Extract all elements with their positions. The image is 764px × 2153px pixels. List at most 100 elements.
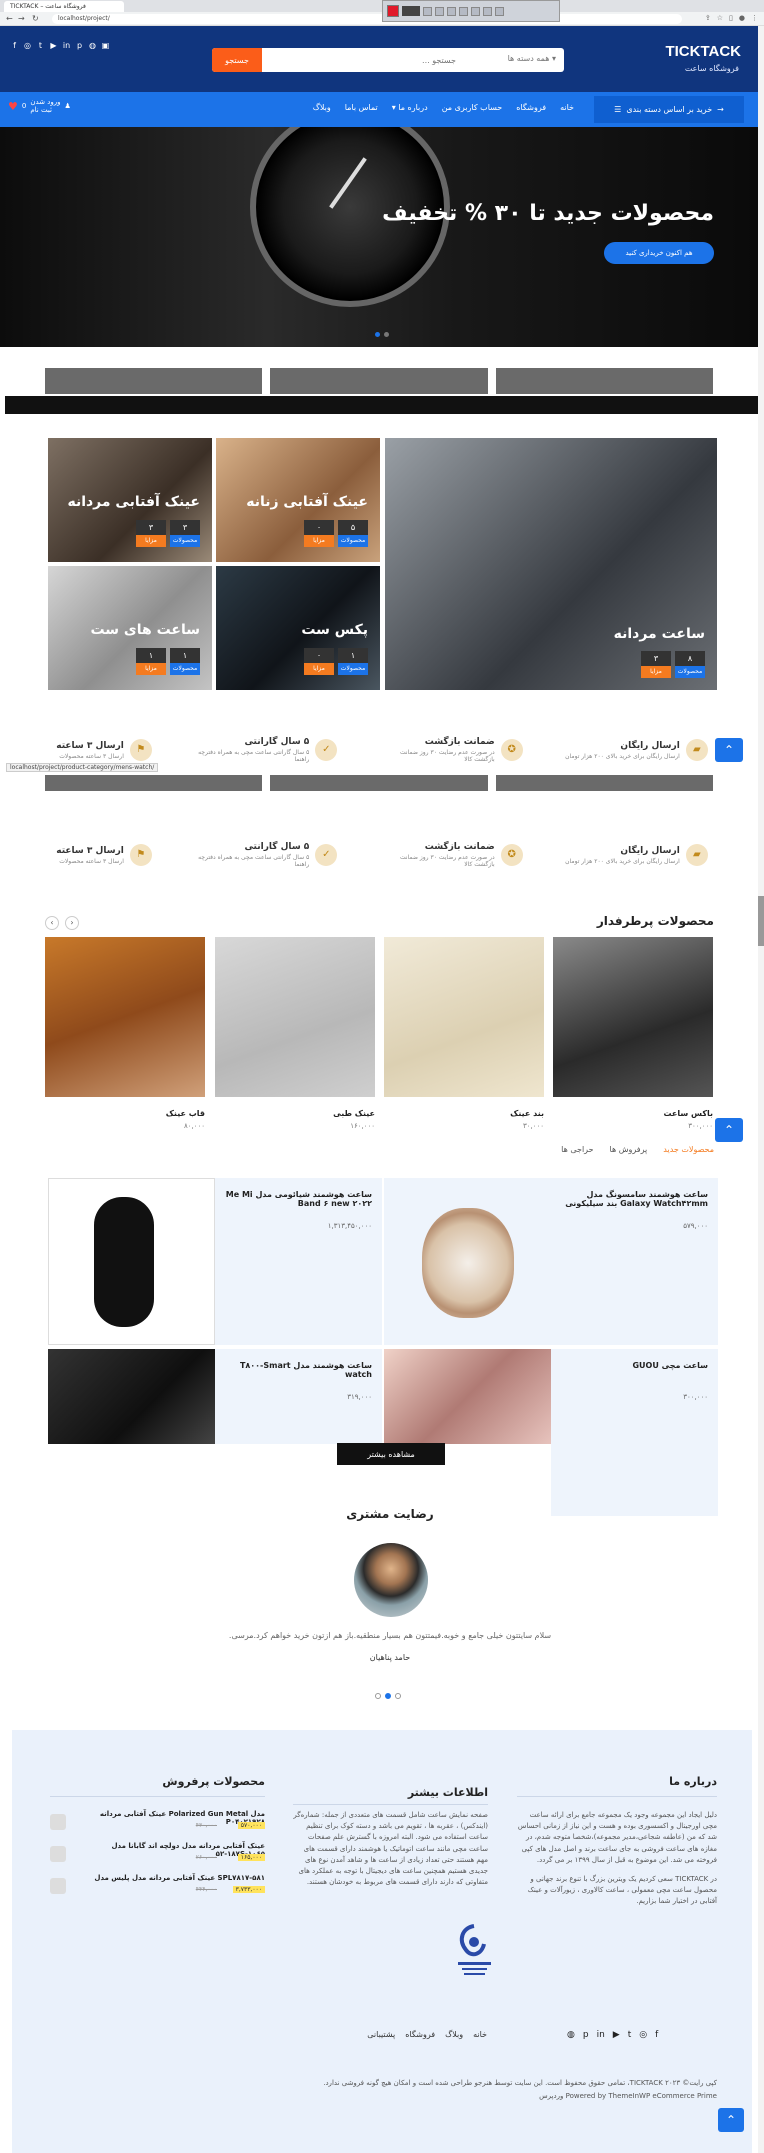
search-input[interactable] <box>266 53 456 67</box>
footer-product[interactable]: عینک آفتابی مردانه مدل پلیس مدل SPL۷۸۱۷-… <box>50 1874 265 1904</box>
slider-dot[interactable] <box>395 1693 401 1699</box>
nav-link-shop[interactable]: فروشگاه <box>516 103 546 112</box>
product-image[interactable] <box>384 1349 551 1444</box>
toolbar-tool-icon[interactable] <box>471 6 480 16</box>
scroll-top-button[interactable]: ⌃ <box>715 738 743 762</box>
toolbar-tool-icon[interactable] <box>495 6 504 16</box>
product-image[interactable] <box>48 1178 215 1345</box>
scrollbar-thumb[interactable] <box>758 896 764 946</box>
star-icon[interactable]: ☆ <box>717 14 723 22</box>
category-menu-button[interactable]: → خرید بر اساس دسته بندی ☰ <box>594 96 744 123</box>
heart-icon[interactable]: ♥ <box>8 100 18 113</box>
nav-link-account[interactable]: حساب کاربری من <box>442 103 503 112</box>
twitter-icon[interactable]: t <box>628 2030 632 2040</box>
slider-dot[interactable] <box>385 1693 391 1699</box>
sidebar-icon[interactable]: ▯ <box>729 14 733 22</box>
nav-link-blog[interactable]: وبلاگ <box>313 103 331 112</box>
scroll-top-button[interactable]: ⌃ <box>718 2108 744 2132</box>
footer-product-name[interactable]: عینک آفتابی مردانه Polarized Gun Metal م… <box>70 1810 265 1826</box>
forward-icon[interactable]: → <box>18 14 25 23</box>
show-more-button[interactable]: مشاهده بیشتر <box>337 1443 445 1465</box>
product-card[interactable]: قاب عینک ۸۰,۰۰۰ <box>45 937 205 1130</box>
pinterest-icon[interactable]: p <box>75 41 84 50</box>
footer-product[interactable]: عینک آفتابی مردانه Polarized Gun Metal م… <box>50 1810 265 1840</box>
product-card[interactable]: باکس ساعت ۳۰۰,۰۰۰ <box>553 937 713 1130</box>
facebook-icon[interactable]: f <box>10 41 19 50</box>
tab-bestsellers[interactable]: پرفروش ها <box>610 1145 648 1154</box>
youtube-icon[interactable]: ▶ <box>49 41 58 50</box>
footer-product-name[interactable]: عینک آفتابی مردانه مدل دولچه اند گابانا … <box>70 1842 265 1858</box>
dribbble-icon[interactable]: ◍ <box>88 41 97 50</box>
tab-product-card[interactable]: ساعت مچی GUOU ۳۰۰,۰۰۰ <box>551 1349 718 1516</box>
nav-link-contact[interactable]: تماس باما <box>345 103 378 112</box>
arrow-right-icon[interactable]: › <box>65 916 79 930</box>
linkedin-icon[interactable]: in <box>62 41 71 50</box>
reload-icon[interactable]: ↻ <box>32 14 39 23</box>
menu-icon[interactable]: ⋮ <box>751 14 758 22</box>
tab-product-card[interactable]: ساعت هوشمند مدل T۸۰۰-Smart watch ۳۱۹,۰۰۰ <box>215 1349 382 1444</box>
product-name[interactable]: ساعت مچی GUOU <box>558 1361 708 1370</box>
trust-seal-icon[interactable] <box>452 1920 497 1980</box>
youtube-icon[interactable]: ▶ <box>613 2030 620 2040</box>
slider-dot[interactable] <box>375 1693 381 1699</box>
search-category-select[interactable]: ▾ همه دسته ها <box>508 54 556 63</box>
footer-product-name[interactable]: عینک آفتابی مردانه مدل پلیس مدل SPL۷۸۱۷-… <box>70 1874 265 1882</box>
back-icon[interactable]: ← <box>6 14 13 23</box>
twitter-icon[interactable]: t <box>36 41 45 50</box>
arrow-left-icon[interactable]: ‹ <box>45 916 59 930</box>
product-name[interactable]: باکس ساعت <box>553 1109 713 1118</box>
toolbar-tool-icon[interactable] <box>459 6 468 16</box>
product-image[interactable] <box>384 1178 551 1345</box>
product-image[interactable] <box>553 937 713 1097</box>
category-tile-mens-watch[interactable]: ساعت مردانه ۸ محصولات ۳ مزایا <box>385 438 717 690</box>
product-name[interactable]: ساعت هوشمند مدل T۸۰۰-Smart watch <box>222 1361 372 1379</box>
nav-link-about[interactable]: درباره ما ▾ <box>392 103 428 112</box>
toolbar-tool-icon[interactable] <box>483 6 492 16</box>
product-image[interactable] <box>48 1349 215 1444</box>
product-card[interactable]: عینک طبی ۱۶۰,۰۰۰ <box>215 937 375 1130</box>
category-tile-couple-watches[interactable]: ساعت های ست ۱ محصولات ۱ مزایا <box>48 566 212 690</box>
profile-icon[interactable]: ● <box>739 14 745 22</box>
tab-product-card[interactable]: ساعت هوشمند شیائومی مدل Me Mi Band ۶ new… <box>215 1178 382 1345</box>
browser-tab[interactable]: TICKTACK – فروشگاه ساعت <box>4 1 124 12</box>
product-name[interactable]: ساعت هوشمند شیائومی مدل Me Mi Band ۶ new… <box>222 1190 372 1208</box>
tab-product-card[interactable]: ساعت هوشمند سامسونگ مدل Galaxy Watch۴۲mm… <box>551 1178 718 1345</box>
slider-dot[interactable] <box>375 332 380 337</box>
instagram-icon[interactable]: ◎ <box>639 2030 647 2040</box>
product-name[interactable]: عینک طبی <box>215 1109 375 1118</box>
hero-shop-button[interactable]: هم اکنون خریداری کنید <box>604 242 714 264</box>
product-card[interactable]: بند عینک ۳۰,۰۰۰ <box>384 937 544 1130</box>
user-icon[interactable]: ♟ <box>65 102 71 110</box>
url-field[interactable]: localhost/project/ <box>52 14 682 24</box>
toolbar-tool-icon[interactable] <box>435 6 444 16</box>
bag-icon[interactable]: ▣ <box>101 41 110 50</box>
category-tile-pack-set[interactable]: پکس ست ۱ محصولات ۰ مزایا <box>216 566 380 690</box>
product-name[interactable]: بند عینک <box>384 1109 544 1118</box>
tab-sales[interactable]: حراجی ها <box>561 1145 593 1154</box>
product-image[interactable] <box>384 937 544 1097</box>
instagram-icon[interactable]: ◎ <box>23 41 32 50</box>
scroll-top-button[interactable]: ⌃ <box>715 1118 743 1142</box>
footer-product[interactable]: عینک آفتابی مردانه مدل دولچه اند گابانا … <box>50 1842 265 1872</box>
search-button[interactable]: جستجو <box>212 48 262 72</box>
tab-new[interactable]: محصولات جدید <box>663 1145 714 1154</box>
product-image[interactable] <box>45 937 205 1097</box>
login-link[interactable]: ورود شدن ثبت نام <box>30 98 60 115</box>
nav-link-home[interactable]: خانه <box>560 103 574 112</box>
category-tile-womens-sunglasses[interactable]: عینک آفتابی زنانه ۵ محصولات ۰ مزایا <box>216 438 380 562</box>
toolbar-tool-icon[interactable] <box>447 6 456 16</box>
share-icon[interactable]: ⇪ <box>705 14 711 22</box>
logo-title[interactable]: TICKTACK <box>665 43 741 60</box>
slider-dot[interactable] <box>384 332 389 337</box>
product-image[interactable] <box>215 937 375 1097</box>
product-name[interactable]: قاب عینک <box>45 1109 205 1118</box>
dribbble-icon[interactable]: ◍ <box>567 2030 575 2040</box>
linkedin-icon[interactable]: in <box>597 2030 605 2040</box>
page-scrollbar[interactable] <box>758 26 764 2153</box>
account-area[interactable]: ♥ 0 ورود شدن ثبت نام ♟ <box>8 98 71 115</box>
facebook-icon[interactable]: f <box>655 2030 658 2040</box>
category-tile-mens-sunglasses[interactable]: عینک آفتابی مردانه ۳ محصولات ۳ مزایا <box>48 438 212 562</box>
toolbar-tool-icon[interactable] <box>423 6 432 16</box>
product-name[interactable]: ساعت هوشمند سامسونگ مدل Galaxy Watch۴۲mm… <box>558 1190 708 1208</box>
record-icon[interactable] <box>387 5 399 17</box>
